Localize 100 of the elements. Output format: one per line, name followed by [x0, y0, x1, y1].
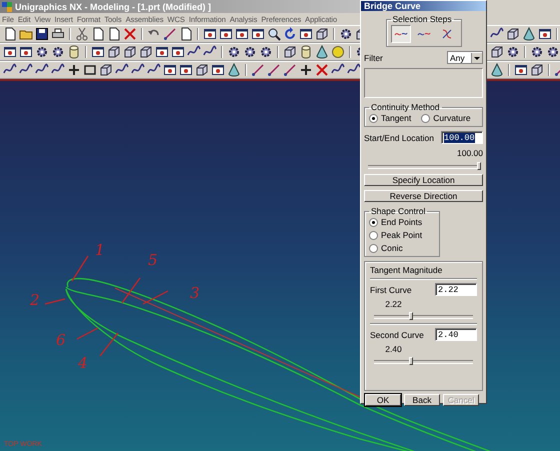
cube-icon[interactable] [195, 63, 209, 77]
dialog-button[interactable]: Back [404, 394, 440, 406]
page-icon[interactable] [3, 27, 17, 41]
radio-option[interactable]: Conic [369, 243, 435, 253]
group-label: Continuity Method [370, 102, 441, 112]
window-icon[interactable] [538, 27, 552, 41]
slider-track[interactable] [368, 162, 479, 170]
cube-icon[interactable] [315, 27, 329, 41]
slider-track[interactable] [374, 357, 473, 365]
selection-list[interactable] [364, 68, 483, 98]
page-icon[interactable] [91, 27, 105, 41]
action-button[interactable]: Specify Location [364, 174, 483, 186]
cone-icon[interactable] [315, 45, 329, 59]
field-label: Start/End Location [364, 132, 434, 142]
slider-thumb[interactable] [477, 162, 481, 170]
annotation-number: 5 [148, 253, 158, 268]
plus-icon[interactable] [299, 63, 313, 77]
window-icon[interactable] [3, 45, 17, 59]
radio-button[interactable] [369, 230, 378, 240]
radio-button[interactable] [369, 114, 378, 122]
slider-reading: 2.22 [384, 299, 403, 309]
cube-icon[interactable] [99, 63, 113, 77]
magnifier-icon[interactable] [267, 27, 281, 41]
window-icon[interactable] [91, 45, 105, 59]
rotate-icon[interactable] [283, 27, 297, 41]
radio-option[interactable]: Tangent [369, 113, 412, 123]
printer-icon[interactable] [51, 27, 65, 41]
window-icon[interactable] [179, 63, 193, 77]
gear-icon[interactable] [243, 45, 257, 59]
cone-icon[interactable] [490, 63, 504, 77]
slider-thumb[interactable] [408, 312, 413, 320]
window-icon[interactable] [203, 27, 217, 41]
annotation-number: 3 [190, 286, 200, 301]
input-field[interactable]: 2.22 [435, 283, 477, 296]
delete-icon[interactable] [315, 63, 329, 77]
line-icon[interactable] [163, 27, 177, 41]
gear-icon[interactable] [530, 45, 544, 59]
filter-label: Filter [364, 52, 383, 62]
window-icon[interactable] [211, 63, 225, 77]
window-icon[interactable] [219, 27, 233, 41]
slider-thumb[interactable] [408, 357, 413, 365]
gear-icon[interactable] [546, 45, 560, 59]
selection-step-button[interactable] [390, 25, 410, 43]
window-icon[interactable] [19, 45, 33, 59]
window-icon[interactable] [299, 27, 313, 41]
gear-icon[interactable] [227, 45, 241, 59]
delete-icon[interactable] [123, 27, 137, 41]
cone-icon[interactable] [227, 63, 241, 77]
gear-icon[interactable] [339, 27, 353, 41]
radio-button[interactable] [369, 244, 378, 252]
radio-button[interactable] [369, 218, 378, 226]
gear-icon[interactable] [35, 45, 49, 59]
group-label: Selection Steps [392, 14, 453, 24]
annotation-number: 6 [56, 333, 66, 348]
cube-icon[interactable] [530, 63, 544, 77]
group-label: Shape Control [370, 206, 426, 216]
input-field[interactable]: 100.00 [441, 131, 483, 144]
radio-button[interactable] [421, 114, 430, 122]
plus-icon[interactable] [67, 63, 81, 77]
rectangle-icon[interactable] [83, 63, 97, 77]
line-icon[interactable] [267, 63, 281, 77]
slider-reading: 100.00 [456, 148, 483, 158]
cube-icon[interactable] [490, 45, 504, 59]
sphere-icon[interactable] [331, 45, 345, 59]
cube-icon[interactable] [107, 45, 121, 59]
cone-icon[interactable] [522, 27, 536, 41]
line-icon[interactable] [283, 63, 297, 77]
window-icon[interactable] [163, 63, 177, 77]
cylinder-icon[interactable] [67, 45, 81, 59]
radio-option[interactable]: Curvature [421, 113, 471, 123]
window-icon[interactable] [251, 27, 265, 41]
input-field[interactable]: 2.40 [435, 328, 477, 341]
radio-option[interactable]: End Points [369, 217, 435, 227]
panel-title: Tangent Magnitude [370, 265, 444, 275]
window-icon[interactable] [235, 27, 249, 41]
slider-reading: 2.40 [384, 344, 403, 354]
gear-icon[interactable] [259, 45, 273, 59]
window-icon[interactable] [171, 45, 185, 59]
line-icon[interactable] [251, 63, 265, 77]
cube-icon[interactable] [123, 45, 137, 59]
cube-icon[interactable] [139, 45, 153, 59]
slider-track[interactable] [374, 312, 473, 320]
window-icon[interactable] [514, 63, 528, 77]
window-icon[interactable] [155, 45, 169, 59]
filter-dropdown[interactable]: Any [447, 51, 483, 64]
page-icon[interactable] [179, 27, 193, 41]
dialog-title: Bridge Curve [361, 1, 486, 11]
field-label: First Curve [370, 284, 412, 294]
annotation-number: 4 [78, 356, 88, 371]
scissors-icon[interactable] [75, 27, 89, 41]
radio-option[interactable]: Peak Point [369, 230, 435, 240]
cube-icon[interactable] [506, 27, 520, 41]
gear-icon[interactable] [51, 45, 65, 59]
field-label: Second Curve [370, 330, 424, 340]
page-icon[interactable] [107, 27, 121, 41]
action-button[interactable]: Reverse Direction [364, 190, 483, 202]
gear-icon[interactable] [506, 45, 520, 59]
cylinder-icon[interactable] [299, 45, 313, 59]
cube-icon[interactable] [283, 45, 297, 59]
dialog-button[interactable]: OK [365, 394, 401, 406]
